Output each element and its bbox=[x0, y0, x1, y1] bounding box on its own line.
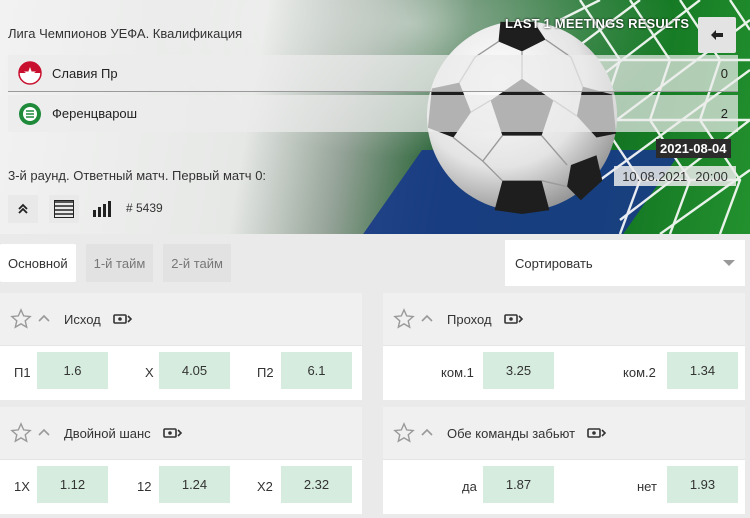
market-header: Обе команды забьют bbox=[383, 407, 745, 459]
odd-button[interactable]: 3.25 bbox=[483, 352, 554, 389]
market-double-chance: Двойной шанс 1X 1.12 12 1.24 X2 2.32 bbox=[0, 407, 362, 514]
chevron-up-icon[interactable] bbox=[421, 313, 433, 325]
odd-button[interactable]: 1.87 bbox=[483, 466, 554, 503]
tab-first-half[interactable]: 1-й тайм bbox=[85, 244, 154, 282]
market-odds-row: да 1.87 нет 1.93 bbox=[383, 459, 745, 514]
team-score-home: 0 bbox=[720, 65, 728, 81]
tab-main[interactable]: Основной bbox=[0, 244, 76, 282]
odd-button[interactable]: 1.24 bbox=[159, 466, 230, 503]
cashout-icon bbox=[503, 314, 523, 324]
odd-button[interactable]: 4.05 bbox=[159, 352, 230, 389]
outcome-label: ком.2 bbox=[623, 365, 656, 380]
market-title: Обе команды забьют bbox=[447, 425, 576, 441]
star-icon[interactable] bbox=[10, 422, 32, 444]
outcome-label: П2 bbox=[257, 365, 274, 380]
match-date: 10.08.2021 bbox=[622, 168, 688, 184]
outcome-label: X2 bbox=[257, 479, 273, 494]
round-info: 3-й раунд. Ответный матч. Первый матч 0: bbox=[8, 168, 267, 183]
game-id: # 5439 bbox=[126, 201, 163, 215]
star-icon[interactable] bbox=[393, 308, 415, 330]
star-icon[interactable] bbox=[10, 308, 32, 330]
outcome-label: ком.1 bbox=[441, 365, 474, 380]
odd-button[interactable]: 1.93 bbox=[667, 466, 738, 503]
statistics-button[interactable] bbox=[88, 195, 118, 223]
chevron-up-icon[interactable] bbox=[421, 427, 433, 439]
ferencvaros-logo bbox=[19, 102, 41, 125]
scoreboard-button[interactable] bbox=[49, 195, 79, 223]
collapse-button[interactable] bbox=[8, 195, 38, 223]
cashout-icon bbox=[587, 428, 607, 438]
last-meetings-label[interactable]: LAST 1 MEETINGS RESULTS bbox=[505, 16, 689, 31]
market-header: Исход bbox=[0, 293, 362, 345]
tab-second-half[interactable]: 2-й тайм bbox=[163, 244, 231, 282]
chevron-down-icon bbox=[723, 260, 735, 266]
team-name-home: Славия Пр bbox=[52, 65, 118, 81]
team-row-home: Славия Пр 0 bbox=[8, 55, 738, 92]
match-header-banner: Лига Чемпионов УЕФА. Квалификация LAST 1… bbox=[0, 0, 750, 234]
double-chevron-up-icon bbox=[18, 203, 28, 214]
sort-dropdown[interactable]: Сортировать bbox=[505, 240, 745, 286]
odd-button[interactable]: 6.1 bbox=[281, 352, 352, 389]
market-header: Проход bbox=[383, 293, 745, 345]
last-meeting-date: 2021-08-04 bbox=[656, 139, 731, 158]
outcome-label: П1 bbox=[14, 365, 31, 380]
market-odds-row: 1X 1.12 12 1.24 X2 2.32 bbox=[0, 459, 362, 514]
chevron-up-icon[interactable] bbox=[38, 427, 50, 439]
star-icon[interactable] bbox=[393, 422, 415, 444]
period-tabs: Основной 1-й тайм 2-й тайм bbox=[0, 244, 231, 282]
market-header: Двойной шанс bbox=[0, 407, 362, 459]
outcome-label: X bbox=[145, 365, 154, 380]
outcome-label: 1X bbox=[14, 479, 30, 494]
arrow-left-icon bbox=[711, 30, 723, 40]
cashout-icon bbox=[162, 428, 182, 438]
odd-button[interactable]: 1.6 bbox=[37, 352, 108, 389]
market-qualify: Проход ком.1 3.25 ком.2 1.34 bbox=[383, 293, 745, 400]
list-lines-icon bbox=[54, 200, 74, 218]
league-title: Лига Чемпионов УЕФА. Квалификация bbox=[8, 26, 243, 41]
outcome-label: 12 bbox=[137, 479, 152, 494]
odd-button[interactable]: 1.12 bbox=[37, 466, 108, 503]
outcome-label: нет bbox=[637, 479, 657, 494]
outcome-label: да bbox=[462, 479, 477, 494]
market-title: Двойной шанс bbox=[64, 425, 151, 441]
odd-button[interactable]: 1.34 bbox=[667, 352, 738, 389]
sort-label: Сортировать bbox=[515, 255, 593, 271]
team-name-away: Ференцварош bbox=[52, 106, 138, 121]
chevron-up-icon[interactable] bbox=[38, 313, 50, 325]
team-row-away: Ференцварош 2 bbox=[8, 95, 738, 132]
team-score-away: 2 bbox=[720, 106, 728, 121]
slavia-logo bbox=[18, 61, 42, 85]
match-datetime: 10.08.2021 20:00 bbox=[614, 166, 736, 186]
market-outcome: Исход П1 1.6 X 4.05 П2 6.1 bbox=[0, 293, 362, 400]
market-both-teams-score: Обе команды забьют да 1.87 нет 1.93 bbox=[383, 407, 745, 514]
market-title: Проход bbox=[447, 311, 492, 327]
bar-chart-icon bbox=[93, 201, 111, 217]
market-odds-row: П1 1.6 X 4.05 П2 6.1 bbox=[0, 345, 362, 400]
market-odds-row: ком.1 3.25 ком.2 1.34 bbox=[383, 345, 745, 400]
match-time: 20:00 bbox=[695, 168, 728, 184]
market-title: Исход bbox=[64, 311, 101, 327]
odd-button[interactable]: 2.32 bbox=[281, 466, 352, 503]
back-button[interactable] bbox=[698, 17, 736, 53]
cashout-icon bbox=[112, 314, 132, 324]
